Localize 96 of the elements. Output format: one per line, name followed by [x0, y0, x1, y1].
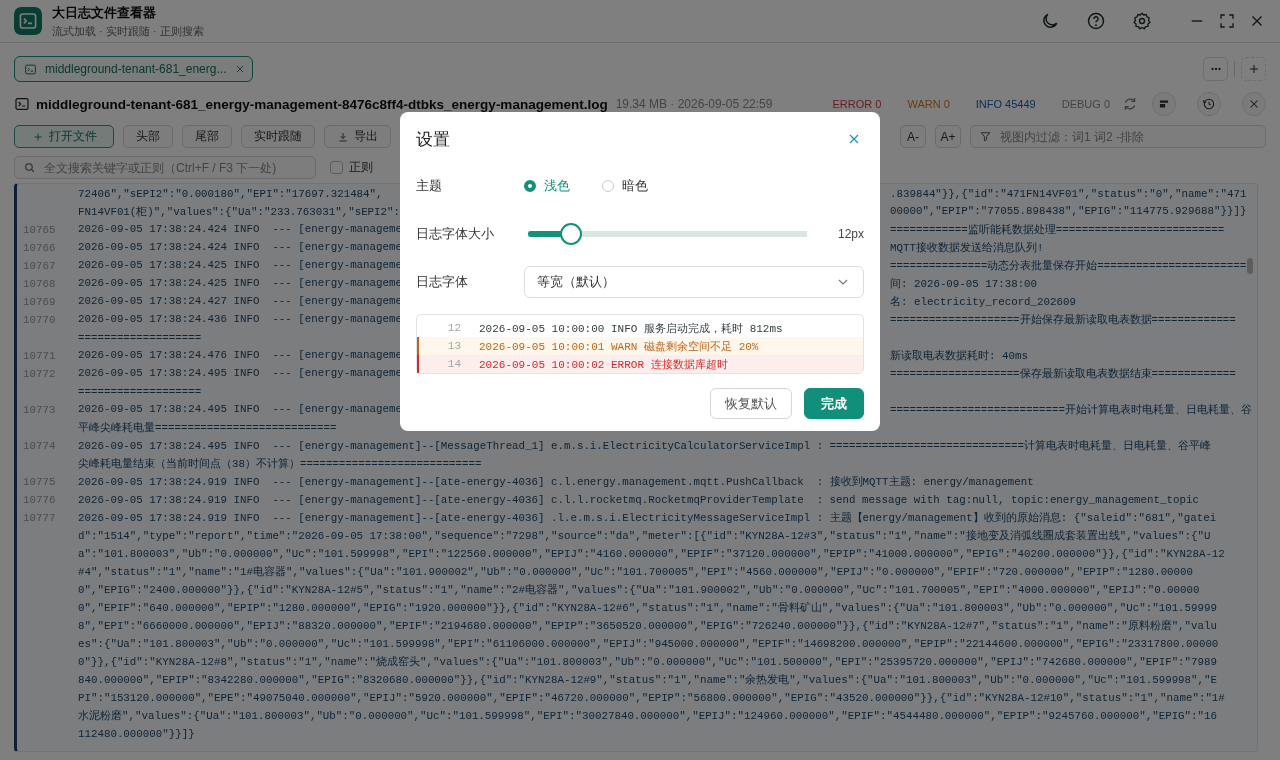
- log-text: 2026-09-05 17:38:24.427 INFO --- [energy-manageme: [78, 295, 402, 309]
- log-text: FN14VF01(柜)","values":{"Ua":"233.763031","sEPI2":: [78, 205, 400, 219]
- setting-label: 日志字体: [416, 273, 469, 291]
- terminal-icon: [14, 96, 30, 112]
- log-text: a":"101.800003","Ub":"0.000000","Uc":"101.599998","EPI":"122560.000000","EPIJ":"4160.000000","EPIF":"37120.000000","EPIP":"41000.000000","EPIG":"40200.000000"}},{"id":"KYN28A-12: [78, 548, 1225, 560]
- log-text: PI":"153120.000000","EPE":"49075040.000000","EPIJ":"5920.000000","EPIF":"46720.000000","EPIP":"56800.000000","EPIG":"43520.000000"}},{"id":"KYN28A-12#10","status":"1","name":"1#: [78, 692, 1225, 704]
- line-number: 12: [446, 322, 462, 334]
- level-count: WARN 0: [907, 98, 950, 110]
- reset-button[interactable]: 恢复默认: [710, 388, 792, 419]
- log-text: 0","EPIF":"640.000000","EPIP":"1280.000000","EPIG":"1920.000000"}},{"id":"KYN28A-12#6","status":"1","name":"骨料矿山","values":{"Ua":"101.800003","Ub":"0.000000","Uc":"101.59999: [78, 601, 1217, 615]
- log-text: ===================: [78, 386, 202, 398]
- file-name: middleground-tenant-681_energy-management-8476c8ff4-dtbks_energy-management.log: [36, 96, 608, 112]
- slider-thumb[interactable]: [560, 223, 583, 245]
- regex-checkbox[interactable]: [330, 161, 343, 174]
- export-button[interactable]: 导出: [324, 125, 391, 148]
- done-button[interactable]: 完成: [804, 388, 864, 419]
- file-meta: 19.34 MB · 2026-09-05 22:59: [615, 97, 773, 111]
- font-select[interactable]: 等宽（默认）: [524, 266, 864, 298]
- log-text: ===================: [78, 332, 202, 344]
- history-button[interactable]: [1197, 92, 1221, 116]
- log-text: 8","EPI":"6660000.000000","EPIJ":"88320.000000","EPIF":"2194680.000000","EPIP":"3650520.000000","EPIG":"726240.000000"}},{"id":"KYN28A-12#7","status":"1","name":"原料粉磨","valu: [78, 619, 1217, 633]
- log-text: 2026-09-05 17:38:24.424 INFO --- [energy-manageme: [78, 223, 402, 237]
- scrollbar-thumb[interactable]: [1247, 258, 1253, 274]
- log-text: 2026-09-05 17:38:24.436 INFO --- [energy-manageme: [78, 313, 402, 327]
- log-text: #4","status":"1","name":"1#电容器","values":{"Ua":"101.900002","Ub":"0.000000","Uc":"101.700005","EPI":"4560.000000","EPIJ":"0.000000","EPIF":"720.000000","EPIP":"1280.00000: [78, 565, 1194, 579]
- more-button[interactable]: [1203, 57, 1228, 81]
- log-text: 2026-09-05 10:00:02 ERROR 连接数据库超时: [479, 357, 728, 372]
- filter-icon: [979, 130, 992, 143]
- log-text: 新读取电表数据耗时: 40ms: [890, 349, 1028, 363]
- wrap-button[interactable]: [1152, 92, 1176, 116]
- radio-button[interactable]: [524, 180, 536, 192]
- terminal-icon: [24, 62, 37, 76]
- moon-icon[interactable]: [1040, 11, 1060, 31]
- log-text: 2026-09-05 10:00:00 INFO 服务启动完成，耗时 812ms: [479, 321, 783, 336]
- log-text: 间: 2026-09-05 17:38:00: [890, 277, 1038, 291]
- search-icon: [23, 161, 36, 174]
- radio-button[interactable]: [602, 180, 614, 192]
- log-text: 水泥粉磨","values":{"Ua":"101.800003","Ub":"0.000000","Uc":"101.599998","EPI":"30027840.000000","EPIJ":"124960.000000","EPIF":"4544480.000000","EPIP":"9245760.000000","EPIG":"16: [78, 709, 1217, 723]
- toolbar-button[interactable]: 实时跟随: [241, 125, 315, 148]
- toolbar-button[interactable]: 头部: [123, 125, 173, 148]
- checkbox-label: 正则: [349, 159, 373, 176]
- log-text: 0"}},{"id":"KYN28A-12#8","status":"1","name":"烧成窑头","values":{"Ua":"101.800003","Ub":"0.000000","Uc":"101.500000","EPI":"25395720.000000","EPIJ":"742680.000000","EPIF":"7989: [78, 655, 1217, 669]
- dialog-title: 设置: [416, 128, 450, 151]
- log-text: 2026-09-05 17:38:24.476 INFO --- [energy-manageme: [78, 349, 402, 363]
- settings-icon[interactable]: [1132, 11, 1152, 31]
- log-text: 2026-09-05 17:38:24.424 INFO --- [energy-manageme: [78, 241, 402, 255]
- log-text: ====================开始保存最新读取电表数据=============: [890, 313, 1236, 327]
- close-file-button[interactable]: [1242, 92, 1266, 116]
- log-text: 尖峰耗电量结束（当前时间点（38）不计算）============================: [78, 457, 482, 471]
- log-text: ====================保存最新读取电表数据结束=============: [890, 367, 1236, 381]
- log-text: 2026-09-05 10:00:01 WARN 磁盘剩余空间不足 20%: [479, 339, 759, 354]
- maximize-icon[interactable]: [1218, 12, 1236, 30]
- log-text: 112480.000000"}}]}: [78, 728, 195, 740]
- line-number: 13: [446, 340, 462, 352]
- radio-label[interactable]: 浅色: [544, 177, 570, 195]
- download-icon: [337, 130, 349, 143]
- log-text: 2026-09-05 17:38:24.919 INFO --- [energy-management]--[ate-energy-4036] .l.e.m.s.i.ElectricityMessageServiceImpl : 主题【energy/management】收到的原始消息: {"saleid":"681","gatei: [78, 511, 1217, 525]
- log-text: MQTT接收数据发送给消息队列!: [890, 241, 1044, 255]
- log-text: 72406","sEPI2":"0.000180","EPI":"17697.321484",: [78, 188, 383, 200]
- add-tab-button[interactable]: [1241, 57, 1266, 81]
- radio-label[interactable]: 暗色: [622, 177, 648, 195]
- history-icon: [1202, 97, 1216, 111]
- log-text: .839844"}},{"id":"471FN14VF01","status":"0","name":"471: [890, 188, 1247, 200]
- log-text: 840.000000","EPIP":"8342280.000000","EPIG":"8320680.000000"}},{"id":"KYN28A-12#9","status":"1","name":"余热发电","values":{"Ua":"101.800003","Ub":"0.000000","Uc":"101.599998","E: [78, 673, 1217, 687]
- log-text: d":"1514","type":"report","time":"2026-09-05 17:38:00","sequence":"7298","source":"da","meter":[{"id":"KYN28A-12#3","status":"1","name":"接地变及消弧线圈成套装置出线","values":{"U: [78, 529, 1211, 543]
- log-text: es":{"Ua":"101.800003","Ub":"0.000000","Uc":"101.599998","EPI":"61106000.000000","EPIJ":"945000.000000","EPIF":"14698200.000000","EPIP":"22144600.000000","EPIG":"23317800.00000: [78, 638, 1219, 650]
- terminal-logo-icon: [14, 7, 42, 35]
- setting-label: 日志字体大小: [416, 225, 495, 243]
- log-text: 00000","EPIP":"77055.898438","EPIG":"114775.929688"}}]}: [890, 205, 1247, 219]
- log-text: 名: electricity_record_202609: [890, 295, 1076, 309]
- refresh-icon[interactable]: [1122, 96, 1138, 112]
- log-text: 2026-09-05 17:38:24.495 INFO --- [energy-management]--[MessageThread_1] e.m.s.i.ElectricityCalculatorServiceImpl : ==============================计算电表时电耗量、日电耗量、谷平峰: [78, 439, 1211, 453]
- log-text: 2026-09-05 17:38:24.425 INFO --- [energy-manageme: [78, 259, 402, 273]
- app-subtitle: 流式加载 · 实时跟随 · 正则搜索: [52, 23, 204, 39]
- toolbar-button[interactable]: 尾部: [182, 125, 232, 148]
- log-text: 2026-09-05 17:38:24.919 INFO --- [energy-management]--[ate-energy-4036] c.l.energy.management.mqtt.PushCallback : 接收到MQTT主题: energy/management: [78, 475, 1034, 489]
- log-text: 2026-09-05 17:38:24.919 INFO --- [energy-management]--[ate-energy-4036] c.l.l.rocketmq.RocketmqProviderTemplate : send message with tag:null, topic:energy_management_topic: [78, 494, 1199, 506]
- log-text: ============监听能耗数据处理==========================: [890, 223, 1225, 237]
- font-size-button[interactable]: A+: [935, 125, 961, 148]
- log-text: ===========================开始计算电表时电耗量、日电耗量、谷: [890, 403, 1252, 417]
- font-size-button[interactable]: A-: [900, 125, 926, 148]
- slider-value: 12px: [837, 227, 864, 241]
- app-title: 大日志文件查看器: [52, 3, 157, 22]
- level-count: ERROR 0: [832, 98, 882, 110]
- log-text: 2026-09-05 17:38:24.425 INFO --- [energy-manageme: [78, 277, 402, 291]
- line-number: 14: [446, 358, 462, 370]
- level-count: INFO 45449: [975, 98, 1036, 110]
- file-tab[interactable]: middleground-tenant-681_energ...: [14, 56, 253, 82]
- log-text: 0","EPIG":"2400.000000"}},{"id":"KYN28A-12#5","status":"1","name":"2#电容器","values":{"Ua":"101.900002","Ub":"0.000000","Uc":"101.700005","EPI":"4000.000000","EPIJ":"0.00000: [78, 583, 1200, 597]
- log-text: 2026-09-05 17:38:24.495 INFO --- [energy-manageme: [78, 403, 402, 417]
- help-icon[interactable]: [1086, 11, 1106, 31]
- log-text: 平峰尖峰耗电量============================: [78, 421, 337, 435]
- open-file-button[interactable]: 打开文件: [14, 125, 114, 148]
- setting-label: 主题: [416, 177, 443, 195]
- log-text: ===============动态分表批量保存开始=======================: [890, 259, 1247, 273]
- log-text: 2026-09-05 17:38:24.495 INFO --- [energy-manageme: [78, 367, 402, 381]
